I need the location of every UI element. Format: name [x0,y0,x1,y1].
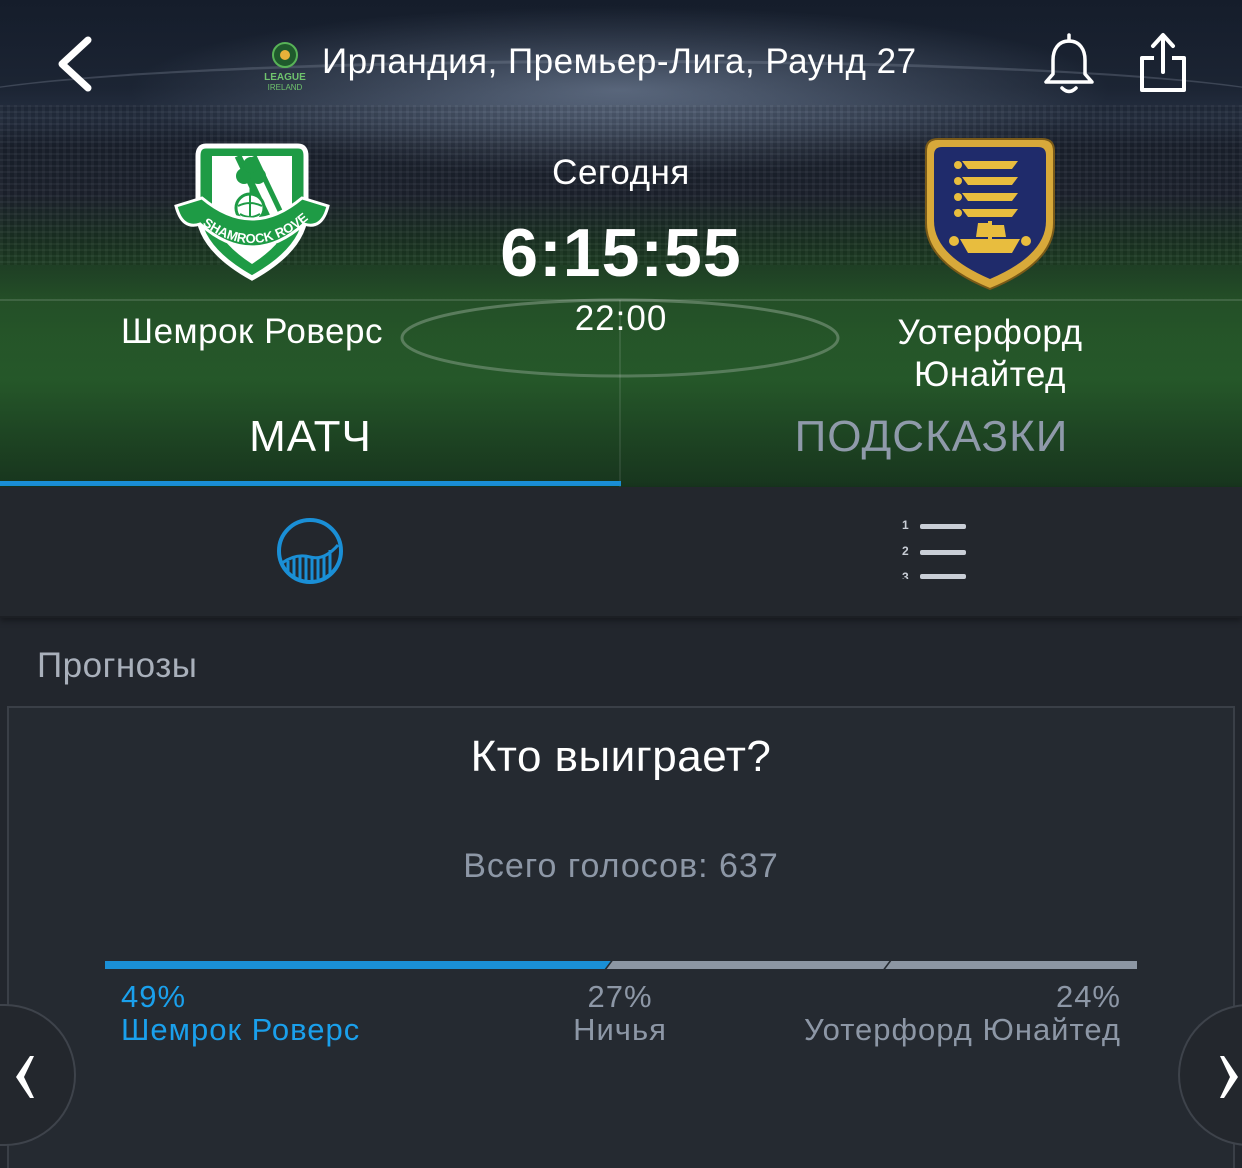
sub-tab-bar: 1 2 3 [0,487,1242,618]
next-button[interactable] [1178,1004,1242,1146]
countdown-timer: 6:15:55 [500,215,742,291]
stats-subtab[interactable] [274,515,346,587]
section-title: Прогнозы [37,646,198,685]
tab-tips[interactable]: ПОДСКАЗКИ [621,412,1242,462]
match-day-label: Сегодня [552,153,690,192]
total-votes: Всего голосов: 637 [463,847,779,885]
share-icon [1140,33,1186,92]
vote-option-draw[interactable]: 27% Ничья [520,980,720,1046]
stats-chart-icon [277,518,343,584]
back-button[interactable] [52,32,102,96]
chevron-left-icon [58,36,92,92]
vote-percent-away: 24% [1055,979,1121,1014]
league-title: Ирландия, Премьер-Лига, Раунд 27 [322,42,917,81]
standings-subtab[interactable]: 1 2 3 [896,515,970,584]
vote-percent-home: 49% [121,979,187,1014]
league-logo-text: LEAGUE [264,72,306,83]
numbered-list-icon: 1 2 3 [902,518,966,584]
chevron-left-icon [16,1056,34,1098]
vote-distribution-bar [105,961,1137,969]
share-button[interactable] [1136,30,1190,96]
tab-match[interactable]: МАТЧ [0,412,621,462]
vote-label-away: Уотерфорд Юнайтед [804,1012,1121,1047]
active-tab-indicator [0,481,621,486]
match-header: LEAGUE IRELAND Ирландия, Премьер-Лига, Р… [0,0,1242,487]
svg-text:3: 3 [902,570,909,579]
away-team-name[interactable]: Уотерфорд Юнайтед [860,312,1120,396]
match-screen: LEAGUE IRELAND Ирландия, Премьер-Лига, Р… [0,0,1242,1168]
vote-bar-segment-home [105,961,611,969]
bell-icon [1044,33,1094,94]
vote-label-home: Шемрок Роверс [121,1012,361,1047]
svg-text:1: 1 [902,518,909,532]
league-logo: LEAGUE IRELAND [258,40,312,92]
vote-bar-segment-away [885,961,1137,969]
svg-text:2: 2 [902,544,909,558]
vote-label-draw: Ничья [573,1012,667,1047]
vote-bar-segment-draw [606,961,890,969]
home-team-crest[interactable]: SHAMROCK ROVERS F.C. [167,128,332,285]
away-team-crest[interactable] [920,135,1060,293]
notifications-button[interactable] [1040,32,1098,98]
vote-percent-draw: 27% [587,979,653,1014]
previous-button[interactable] [0,1004,76,1146]
vote-option-away[interactable]: 24% Уотерфорд Юнайтед [804,980,1121,1046]
kickoff-time: 22:00 [574,299,668,338]
svg-text:IRELAND: IRELAND [268,83,303,92]
vote-option-home[interactable]: 49% Шемрок Роверс [121,980,360,1046]
home-team-name[interactable]: Шемрок Роверс [80,312,424,352]
prediction-question: Кто выиграет? [470,732,772,781]
chevron-right-icon [1220,1056,1238,1098]
